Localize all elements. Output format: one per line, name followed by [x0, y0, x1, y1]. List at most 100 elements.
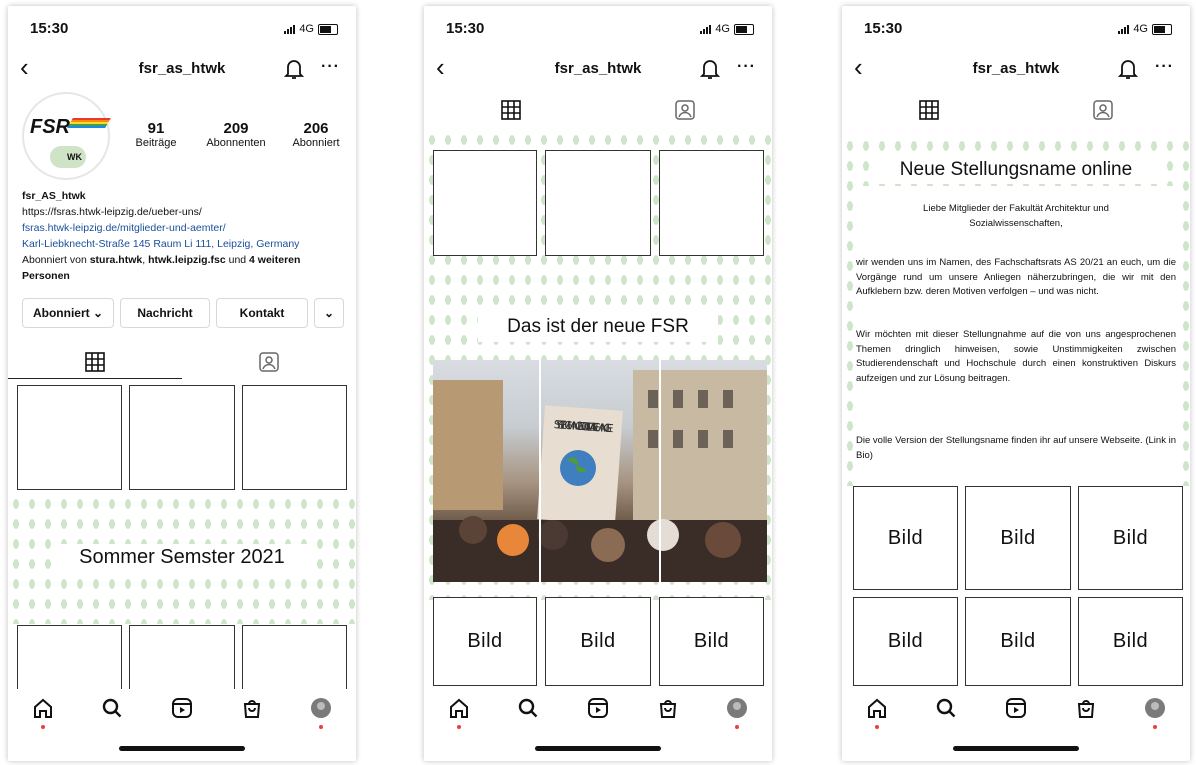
followed-by[interactable]: Abonniert von stura.htwk, htwk.leipzig.f…	[22, 252, 348, 284]
search-icon	[937, 698, 956, 718]
subscribed-button[interactable]: Abonniert ⌄	[22, 298, 114, 328]
status-bar: 15:30 4G	[842, 20, 1190, 40]
more-icon[interactable]: ···	[737, 58, 756, 76]
search-icon	[103, 698, 122, 718]
suggestions-dropdown-button[interactable]: ⌄	[314, 298, 344, 328]
home-icon	[33, 698, 52, 718]
post-placeholder[interactable]: Bild	[1078, 486, 1183, 590]
battery-icon	[734, 23, 754, 35]
profile-avatar-icon	[311, 698, 332, 718]
network-label: 4G	[1133, 23, 1148, 35]
post-thumbnail[interactable]	[129, 625, 235, 691]
tagged-person-icon	[675, 100, 695, 120]
tab-grid[interactable]	[842, 94, 1016, 126]
avatar-logo-text: FSR	[30, 116, 70, 138]
profile-stats: 91 Beiträge 209 Abonnenten 206 Abonniert	[116, 120, 356, 149]
post-thumbnail[interactable]	[17, 385, 122, 490]
post-placeholder[interactable]: Bild	[853, 486, 958, 590]
reels-tab[interactable]	[1001, 693, 1031, 723]
bio-url-2[interactable]: fsras.htwk-leipzig.de/mitglieder-und-aem…	[22, 220, 348, 236]
shop-tab[interactable]	[1071, 693, 1101, 723]
stat-following[interactable]: 206 Abonniert	[276, 120, 356, 149]
post-placeholder[interactable]: Bild	[433, 597, 537, 686]
more-icon[interactable]: ···	[1155, 58, 1174, 76]
shopping-bag-icon	[243, 700, 260, 718]
post-placeholder[interactable]: Bild	[545, 597, 651, 686]
grid-icon	[501, 100, 521, 120]
reels-tab[interactable]	[167, 693, 197, 723]
bio-url-1[interactable]: https://fsras.htwk-leipzig.de/ueber-uns/	[22, 204, 348, 220]
contact-button[interactable]: Kontakt	[216, 298, 308, 328]
post-placeholder[interactable]: Bild	[1078, 597, 1183, 686]
post-thumbnail[interactable]	[242, 625, 347, 691]
tab-tagged[interactable]	[182, 346, 356, 378]
signal-icon	[284, 24, 296, 34]
stat-posts[interactable]: 91 Beiträge	[116, 120, 196, 149]
notification-dot	[1153, 725, 1158, 729]
search-tab[interactable]	[931, 693, 961, 723]
post-thumbnail[interactable]	[433, 150, 537, 256]
post-thumbnail[interactable]	[545, 150, 651, 256]
post-placeholder[interactable]: Bild	[965, 486, 1071, 590]
banner-text: Das ist der neue FSR	[478, 312, 718, 342]
tagged-person-icon	[259, 352, 279, 372]
post-placeholder[interactable]: Bild	[853, 597, 958, 686]
reels-tab[interactable]	[583, 693, 613, 723]
profile-bio: fsr_AS_htwk https://fsras.htwk-leipzig.d…	[22, 188, 348, 284]
profile-actions: Abonniert ⌄ Nachricht Kontakt ⌄	[22, 298, 344, 328]
shop-tab[interactable]	[653, 693, 683, 723]
profile-avatar-icon	[727, 698, 748, 718]
post-placeholder[interactable]: Bild	[965, 597, 1071, 686]
post-thumbnail[interactable]	[17, 625, 122, 691]
post-photo-climate-protest[interactable]: SYSTEM CHANGE NOT CLIMATE CHANGE	[433, 360, 767, 582]
protest-photo-illustration: SYSTEM CHANGE NOT CLIMATE CHANGE	[433, 360, 767, 582]
status-time: 15:30	[446, 20, 485, 37]
home-icon	[867, 698, 886, 718]
home-indicator	[535, 746, 661, 751]
post-placeholder[interactable]: Bild	[659, 597, 764, 686]
bell-icon[interactable]	[1117, 58, 1139, 85]
post-thumbnail[interactable]	[659, 150, 764, 256]
reels-icon	[171, 698, 192, 718]
profile-tab[interactable]	[306, 693, 336, 729]
top-nav: ‹ fsr_as_htwk ···	[8, 54, 356, 86]
profile-tab[interactable]	[1140, 693, 1170, 729]
search-tab[interactable]	[97, 693, 127, 723]
status-time: 15:30	[30, 20, 69, 37]
statement-greeting: Liebe Mitglieder der Fakultät Architektu…	[923, 203, 1109, 229]
rainbow-logo-stripes	[67, 118, 111, 128]
profile-name: fsr_AS_htwk	[22, 190, 86, 202]
avatar-badge: WK	[50, 146, 86, 168]
battery-icon	[318, 23, 338, 35]
tab-tagged[interactable]	[1016, 94, 1190, 126]
bottom-tab-bar	[842, 689, 1190, 761]
banner-text: Sommer Semster 2021	[52, 544, 312, 571]
profile-avatar-icon	[1145, 698, 1166, 718]
search-tab[interactable]	[513, 693, 543, 723]
network-label: 4G	[299, 23, 314, 35]
bell-icon[interactable]	[699, 58, 721, 85]
message-button[interactable]: Nachricht	[120, 298, 210, 328]
profile-tab[interactable]	[722, 693, 752, 729]
bell-icon[interactable]	[283, 58, 305, 85]
more-icon[interactable]: ···	[321, 58, 340, 76]
post-thumbnail[interactable]	[242, 385, 347, 490]
profile-avatar[interactable]: FSR WK	[22, 92, 111, 180]
post-thumbnail[interactable]	[129, 385, 235, 490]
notification-dot	[319, 725, 324, 729]
tab-grid[interactable]	[424, 94, 598, 126]
tab-tagged[interactable]	[598, 94, 772, 126]
signal-icon	[1118, 24, 1130, 34]
home-tab[interactable]	[862, 693, 892, 729]
status-time: 15:30	[864, 20, 903, 37]
home-tab[interactable]	[444, 693, 474, 729]
statement-paragraph-1: wir wenden uns im Namen, des Fachschafts…	[856, 257, 1176, 297]
stat-followers[interactable]: 209 Abonnenten	[196, 120, 276, 149]
home-indicator	[953, 746, 1079, 751]
bottom-tab-bar	[8, 689, 356, 761]
bio-address[interactable]: Karl-Liebknecht-Straße 145 Raum Li 111, …	[22, 236, 348, 252]
shop-tab[interactable]	[237, 693, 267, 723]
status-bar: 15:30 4G	[8, 20, 356, 40]
tab-grid[interactable]	[8, 346, 182, 379]
home-tab[interactable]	[28, 693, 58, 729]
